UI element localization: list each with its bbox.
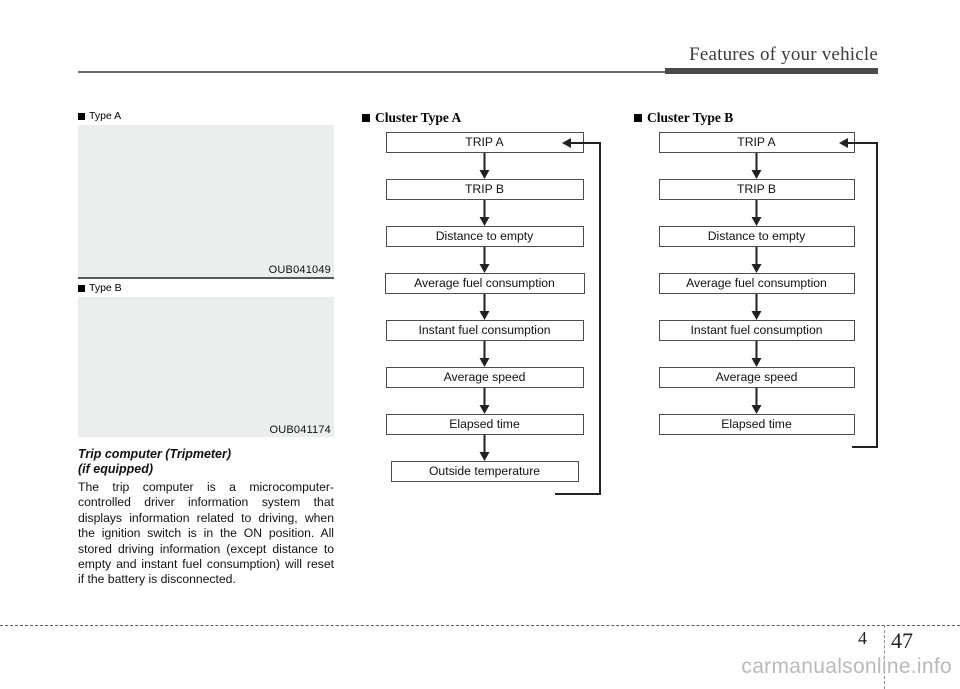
arrow-down-icon [751, 153, 762, 179]
arrow-down-icon [479, 247, 490, 273]
figure-code-label: OUB041049 [268, 264, 331, 276]
flow-connector [634, 200, 879, 226]
arrow-down-icon [479, 388, 490, 414]
flowchart-b-title: Cluster Type B [634, 110, 879, 126]
flow-node[interactable]: Elapsed time [658, 414, 855, 435]
figure-caption-label: Type B [89, 282, 122, 294]
flow-node[interactable]: Instant fuel consumption [385, 320, 584, 341]
flow-connector [362, 247, 607, 273]
flow-connector [634, 247, 879, 273]
flowchart-a-title-label: Cluster Type A [375, 110, 462, 125]
left-column: Type A OUB041049 Type B OUB041174 Trip c… [78, 110, 334, 588]
figure-underline-a [78, 277, 334, 279]
flow-connector [362, 435, 607, 461]
flow-node[interactable]: Outside temperature [390, 461, 579, 482]
square-bullet-icon [78, 285, 85, 292]
square-bullet-icon [78, 113, 85, 120]
flow-node[interactable]: Instant fuel consumption [658, 320, 855, 341]
flowchart-cluster-type-a: Cluster Type A TRIP A TRIP B Distance to… [362, 110, 607, 495]
arrow-down-icon [751, 247, 762, 273]
flow-connector [362, 153, 607, 179]
flowchart-a-stack: TRIP A TRIP B Distance to empty Average … [362, 132, 607, 495]
flow-node[interactable]: Average fuel consumption [658, 273, 855, 294]
arrow-down-icon [479, 153, 490, 179]
flow-node[interactable]: Average speed [385, 367, 584, 388]
arrow-down-icon [479, 200, 490, 226]
square-bullet-icon [634, 114, 642, 122]
footer-divider [0, 625, 960, 626]
flow-node[interactable]: TRIP A [658, 132, 855, 153]
figure-code-label: OUB041174 [269, 424, 331, 436]
arrow-down-icon [751, 388, 762, 414]
arrow-down-icon [479, 435, 490, 461]
flow-connector [634, 341, 879, 367]
chapter-number: 4 [858, 628, 867, 648]
figure-caption-type-a: Type A [78, 110, 334, 123]
flow-connector [362, 388, 607, 414]
figure-caption-label: Type A [89, 110, 122, 122]
body-paragraph: The trip computer is a microcomputer-con… [78, 480, 334, 587]
flow-node[interactable]: TRIP A [385, 132, 584, 153]
flow-node[interactable]: Distance to empty [385, 226, 584, 247]
flow-connector [634, 294, 879, 320]
section-heading-line-2: (if equipped) [78, 461, 153, 476]
flow-node[interactable]: Distance to empty [658, 226, 855, 247]
flow-connector [362, 200, 607, 226]
figure-caption-type-b: Type B [78, 282, 334, 295]
flowchart-cluster-type-b: Cluster Type B TRIP A TRIP B Distance to… [634, 110, 879, 448]
page-header: Features of your vehicle [0, 0, 960, 90]
flow-node[interactable]: Average fuel consumption [384, 273, 585, 294]
flow-node[interactable]: TRIP B [385, 179, 584, 200]
figure-image-type-b: OUB041174 [78, 297, 334, 437]
figure-image-type-a: OUB041049 [78, 125, 334, 277]
page-number: 47 [891, 628, 913, 653]
page-title: Features of your vehicle [689, 44, 878, 65]
flow-connector [362, 294, 607, 320]
flowchart-b-stack: TRIP A TRIP B Distance to empty Average … [634, 132, 879, 448]
flow-connector [634, 153, 879, 179]
arrow-down-icon [751, 200, 762, 226]
flowchart-a-title: Cluster Type A [362, 110, 607, 126]
section-heading-line-1: Trip computer (Tripmeter) [78, 447, 232, 461]
square-bullet-icon [362, 114, 370, 122]
flow-connector [634, 388, 879, 414]
flow-node[interactable]: TRIP B [658, 179, 855, 200]
arrow-down-icon [479, 294, 490, 320]
flow-connector [362, 341, 607, 367]
arrow-down-icon [751, 294, 762, 320]
flow-node[interactable]: Average speed [658, 367, 855, 388]
flowchart-b-title-label: Cluster Type B [647, 110, 734, 125]
arrow-down-icon [479, 341, 490, 367]
flow-node[interactable]: Elapsed time [385, 414, 584, 435]
section-heading: Trip computer (Tripmeter) (if equipped) [78, 447, 334, 476]
watermark-text: carmanualsonline.info [741, 655, 952, 678]
header-rule-thick [665, 68, 878, 74]
arrow-down-icon [751, 341, 762, 367]
